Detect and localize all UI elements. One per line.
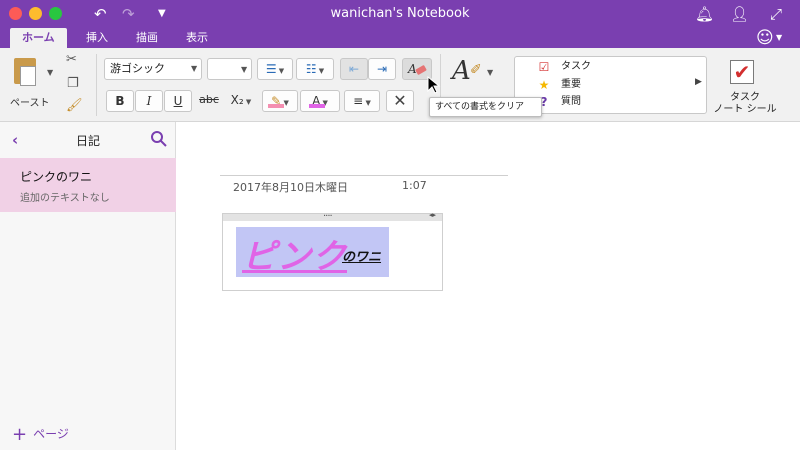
add-page-button[interactable]: + ページ (12, 424, 69, 445)
underline-button[interactable]: U (164, 90, 192, 112)
bold-button[interactable]: B (106, 90, 134, 112)
tab-home[interactable]: ホーム (10, 28, 67, 48)
font-name-select[interactable]: 游ゴシック ▼ (104, 58, 202, 80)
paste-label[interactable]: ペースト (10, 94, 50, 109)
tab-view[interactable]: 表示 (174, 28, 220, 48)
tag-label: 質問 (561, 96, 581, 107)
page-list-item-preview: 追加のテキストなし (20, 193, 110, 204)
highlight-color-bar (268, 104, 284, 108)
chevron-down-icon: ▼ (241, 65, 248, 74)
font-color-button[interactable]: A ▼ (300, 90, 340, 112)
feedback-smiley-icon[interactable]: ☺ (756, 29, 774, 47)
eraser-icon: A (407, 62, 427, 76)
add-page-label: ページ (33, 427, 69, 441)
brush-icon: ✐ (470, 62, 482, 78)
format-painter-icon[interactable]: 🖌︎ (66, 98, 83, 113)
page-list-item[interactable]: ピンクのワニ 追加のテキストなし (0, 158, 176, 212)
bullets-button[interactable]: ☰ ▼ (257, 58, 293, 80)
drag-dots-icon: .... (323, 208, 333, 219)
checkbox-icon: ☑ (538, 60, 550, 74)
divider (96, 54, 97, 116)
search-icon[interactable] (150, 130, 168, 148)
bullet-list-icon: ☰ (265, 62, 277, 76)
tab-draw[interactable]: 描画 (124, 28, 170, 48)
star-icon: ★ (538, 78, 550, 92)
paste-dropdown-icon[interactable]: ▼ (47, 68, 53, 77)
font-name-value: 游ゴシック (110, 62, 165, 75)
tasks-label-line1: タスク (730, 92, 760, 103)
mouse-pointer-icon (427, 76, 441, 94)
svg-text:A: A (407, 62, 417, 76)
task-checkbox-icon[interactable]: ✔ (730, 60, 754, 84)
note-text-large[interactable]: ピンク (242, 229, 347, 278)
title-underline (220, 175, 508, 176)
tooltip: すべての書式をクリア (429, 97, 542, 117)
outdent-icon: ⇤ (348, 62, 360, 76)
delete-button[interactable]: ✕ (386, 90, 414, 112)
ribbon: ▼ ペースト ✂ ❐ 🖌︎ 游ゴシック ▼ ▼ ☰ ▼ ☷ ▼ ⇤ ⇥ A B … (0, 48, 800, 122)
tag-label: タスク (561, 61, 591, 72)
tab-insert[interactable]: 挿入 (74, 28, 120, 48)
cut-icon[interactable]: ✂ (66, 52, 77, 67)
paste-icon[interactable] (14, 58, 36, 86)
align-button[interactable]: ≡ ▼ (344, 90, 380, 112)
page-canvas[interactable]: 2017年8月10日木曜日 1:07 .... ◂▸ ピンク のワニ (177, 122, 800, 450)
note-container[interactable]: .... ◂▸ ピンク のワニ (222, 208, 443, 291)
highlight-button[interactable]: ✎ ▼ (262, 90, 298, 112)
chevron-down-icon[interactable]: ▼ (776, 33, 782, 42)
tasks-label-line2: ノート シール (713, 104, 777, 115)
plus-icon: + (12, 424, 28, 445)
align-left-icon: ≡ (353, 94, 364, 108)
copy-icon[interactable]: ❐ (67, 76, 79, 91)
page-list-pane: ‹ 日記 ピンクのワニ 追加のテキストなし + ページ (0, 122, 176, 450)
indent-icon: ⇥ (376, 62, 388, 76)
resize-arrows-icon[interactable]: ◂▸ (429, 211, 436, 219)
styles-icon[interactable]: A (452, 56, 471, 86)
styles-dropdown-icon[interactable]: ▼ (487, 68, 493, 77)
share-person-icon[interactable]: 👤︎ (730, 5, 749, 23)
subscript-label: X₂ (230, 93, 244, 107)
chevron-down-icon: ▼ (191, 64, 198, 73)
decrease-indent-button[interactable]: ⇤ (340, 58, 368, 80)
close-icon: ✕ (393, 91, 407, 110)
expand-icon[interactable]: ⤢ (770, 5, 782, 23)
font-color-bar (309, 104, 325, 108)
strikethrough-button[interactable]: abc (196, 90, 222, 112)
tags-more-icon[interactable]: ▶ (695, 77, 702, 87)
page-date: 2017年8月10日木曜日 (233, 181, 348, 194)
tasks-outlook-button[interactable]: タスク ノート シール (710, 92, 780, 116)
page-list-item-title: ピンクのワニ (20, 170, 93, 184)
tags-gallery[interactable]: ☑ タスク ★ 重要 ? 質問 ▶ (514, 56, 707, 114)
page-time: 1:07 (402, 179, 427, 192)
numbering-button[interactable]: ☷ ▼ (296, 58, 334, 80)
text-selection[interactable]: ピンク のワニ (236, 227, 389, 277)
tag-label: 重要 (561, 79, 581, 90)
title-bar: ↶ ↷ ▼ wanichan's Notebook 🔔︎ 👤︎ ⤢ (0, 0, 800, 28)
note-text-small[interactable]: のワニ (342, 246, 381, 265)
ribbon-tab-bar: ホーム 挿入 描画 表示 ☺ ▼ (0, 28, 800, 48)
increase-indent-button[interactable]: ⇥ (368, 58, 396, 80)
container-drag-handle[interactable]: .... ◂▸ (223, 208, 442, 221)
numbered-list-icon: ☷ (305, 62, 317, 76)
font-size-select[interactable]: ▼ (207, 58, 252, 80)
subscript-button[interactable]: X₂ ▼ (223, 90, 259, 112)
italic-button[interactable]: I (135, 90, 163, 112)
window-title: wanichan's Notebook (330, 6, 470, 21)
bell-icon[interactable]: 🔔︎ (695, 5, 714, 23)
